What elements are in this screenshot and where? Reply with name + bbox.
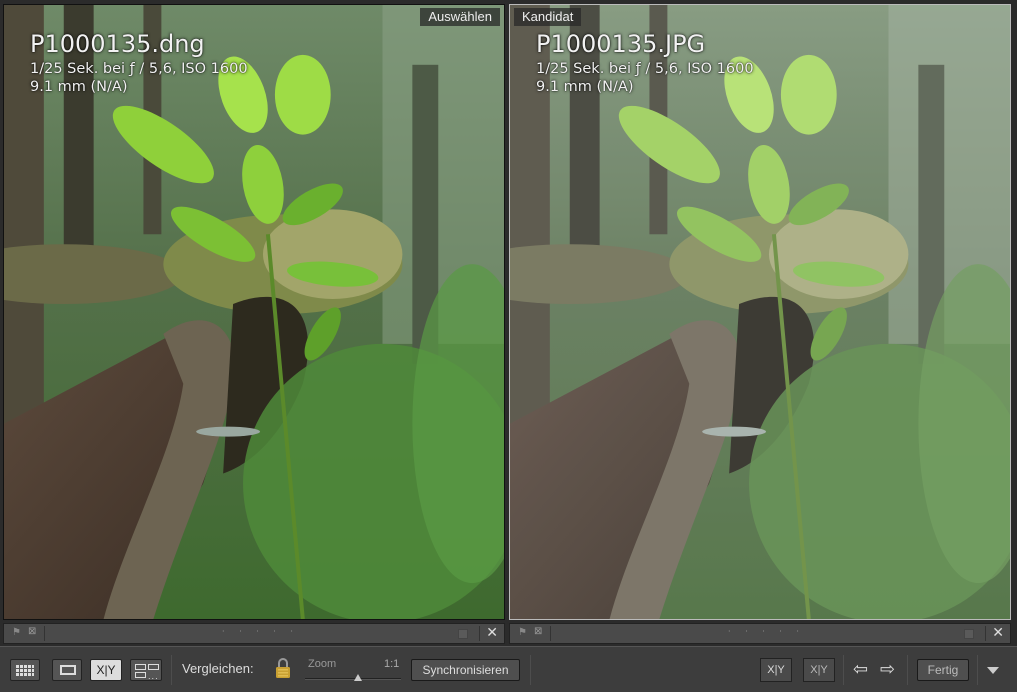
candidate-info-bar: ⚑ ⊠ · · · · · ✕ (509, 623, 1011, 644)
survey-view-icon-part (148, 664, 159, 670)
color-label-icon[interactable] (458, 629, 468, 639)
lock-icon[interactable] (275, 657, 291, 679)
divider (977, 655, 978, 685)
forest-photo-image (510, 5, 1010, 619)
arrow-right-icon[interactable]: ⇨ (880, 659, 895, 680)
bottom-toolbar: X|Y ... Vergleichen: Zoom 1:1 Synchronis… (0, 646, 1017, 692)
candidate-tag: Kandidat (514, 8, 582, 26)
divider (843, 655, 844, 685)
select-tag: Auswählen (420, 8, 500, 26)
chevron-down-icon[interactable] (987, 667, 999, 674)
survey-view-icon-part (135, 672, 146, 678)
compare-label: Vergleichen: (182, 661, 254, 676)
make-select-button[interactable]: X|Y (803, 658, 835, 682)
select-info-bar: ⚑ ⊠ · · · · · ✕ (3, 623, 505, 644)
arrow-left-icon[interactable]: ⇦ (853, 659, 868, 680)
zoom-ratio: 1:1 (384, 658, 400, 670)
candidate-photo-info: P1000135.JPG 1/25 Sek. bei ƒ / 5,6, ISO … (536, 30, 754, 96)
done-button[interactable]: Fertig (917, 659, 969, 681)
zoom-slider-thumb[interactable] (353, 674, 362, 681)
reject-icon[interactable]: ⊠ (28, 627, 38, 637)
loupe-view-icon (60, 665, 76, 675)
compare-view-button[interactable]: X|Y (90, 659, 122, 681)
flag-icon[interactable]: ⚑ (12, 628, 21, 638)
candidate-photo-panel[interactable]: Kandidat P1000135.JPG 1/25 Sek. bei ƒ / … (509, 4, 1011, 620)
candidate-photo[interactable] (510, 5, 1010, 619)
swap-icon: X|Y (767, 664, 785, 676)
sync-button[interactable]: Synchronisieren (411, 659, 520, 681)
focal-length-info: 9.1 mm (N/A) (536, 79, 634, 96)
exposure-info: 1/25 Sek. bei ƒ / 5,6, ISO 1600 (536, 60, 754, 77)
focal-length-info: 9.1 mm (N/A) (30, 79, 128, 96)
zoom-label: Zoom (308, 658, 337, 670)
close-icon[interactable]: ✕ (486, 625, 498, 641)
divider (171, 655, 172, 685)
close-icon[interactable]: ✕ (992, 625, 1004, 641)
forest-photo-image (4, 5, 504, 619)
select-photo[interactable] (4, 5, 504, 619)
make-select-icon: X|Y (810, 664, 828, 676)
color-label-icon[interactable] (964, 629, 974, 639)
survey-view-icon-dots: ... (148, 672, 159, 681)
rating-stars[interactable]: · · · · · (222, 627, 299, 636)
divider (907, 655, 908, 685)
rating-stars[interactable]: · · · · · (728, 627, 805, 636)
divider (550, 626, 551, 641)
grid-view-button[interactable] (10, 659, 40, 681)
select-photo-panel[interactable]: Auswählen P1000135.dng 1/25 Sek. bei ƒ /… (3, 4, 505, 620)
survey-view-button[interactable]: ... (130, 659, 162, 681)
loupe-view-button[interactable] (52, 659, 82, 681)
survey-view-icon (135, 664, 146, 670)
reject-icon[interactable]: ⊠ (534, 627, 544, 637)
swap-button[interactable]: X|Y (760, 658, 792, 682)
divider (44, 626, 45, 641)
flag-icon[interactable]: ⚑ (518, 628, 527, 638)
select-photo-info: P1000135.dng 1/25 Sek. bei ƒ / 5,6, ISO … (30, 30, 248, 96)
divider (985, 626, 986, 641)
grid-view-icon-mask (16, 664, 34, 676)
divider (479, 626, 480, 641)
divider (530, 655, 531, 685)
filename: P1000135.JPG (536, 30, 706, 58)
filename: P1000135.dng (30, 30, 205, 58)
exposure-info: 1/25 Sek. bei ƒ / 5,6, ISO 1600 (30, 60, 248, 77)
